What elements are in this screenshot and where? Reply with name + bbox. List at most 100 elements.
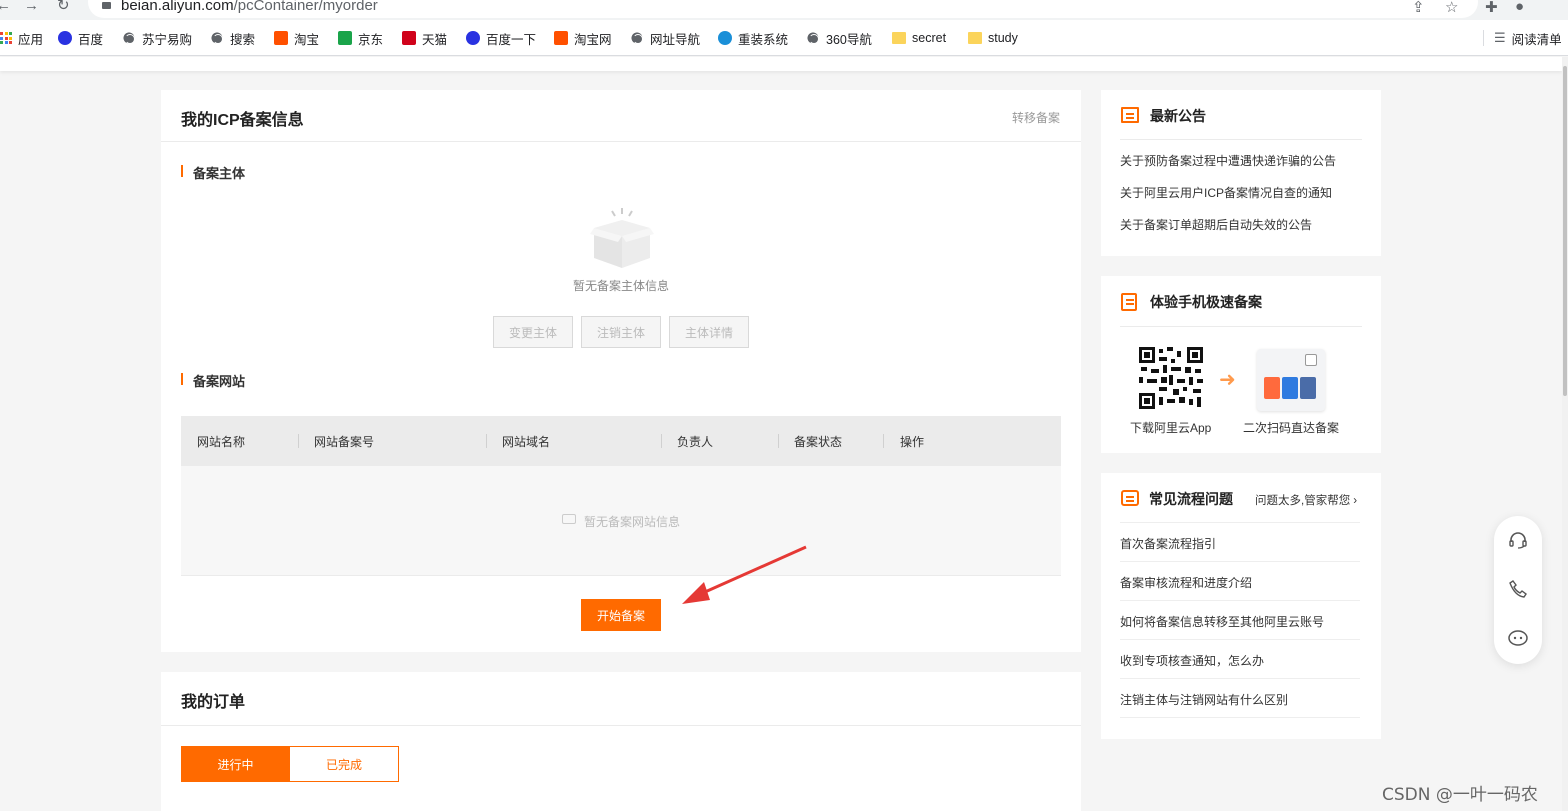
- annotation-arrow: [682, 545, 807, 604]
- column-owner: 负责人: [677, 435, 714, 449]
- subject-details-button[interactable]: 主体详情: [669, 316, 749, 348]
- divider: [1120, 561, 1360, 562]
- bookmarks-divider: [1483, 30, 1484, 46]
- help-butler-link[interactable]: 问题太多,管家帮您 ›: [1255, 492, 1357, 508]
- arrow-right-icon: ➜: [1219, 369, 1236, 391]
- divider: [1120, 522, 1360, 523]
- transfer-filing-link[interactable]: 转移备案: [1012, 109, 1060, 126]
- globe-icon: [210, 31, 224, 45]
- bookmark-reinstall[interactable]: 重装系统: [718, 29, 788, 47]
- tab-in-progress[interactable]: 进行中: [181, 746, 290, 782]
- folder-icon: [968, 32, 982, 44]
- reading-list-icon: ☰: [1494, 30, 1506, 45]
- website-table-header: 网站名称 网站备案号 网站域名 负责人 备案状态 操作: [181, 416, 1061, 466]
- divider: [1120, 139, 1362, 140]
- column-separator: [883, 434, 884, 448]
- bookmark-baidu-search[interactable]: 百度一下: [466, 29, 536, 47]
- settings-flower-icon: [718, 31, 732, 45]
- faq-link[interactable]: 注销主体与注销网站有什么区别: [1120, 691, 1288, 708]
- announcement-link[interactable]: 关于备案订单超期后自动失效的公告: [1120, 216, 1312, 233]
- bookmark-taobao[interactable]: 淘宝: [274, 29, 319, 47]
- globe-icon: [122, 31, 136, 45]
- divider: [1120, 717, 1360, 718]
- faq-link[interactable]: 如何将备案信息转移至其他阿里云账号: [1120, 613, 1324, 630]
- divider: [161, 725, 1081, 726]
- column-separator: [661, 434, 662, 448]
- empty-subject-text: 暂无备案主体信息: [572, 279, 669, 293]
- back-icon[interactable]: ←: [0, 0, 11, 13]
- apps-grid-icon: [0, 32, 12, 44]
- globe-icon: [806, 31, 820, 45]
- section-website-label: 备案网站: [181, 371, 245, 390]
- qr-code-icon[interactable]: [1139, 347, 1203, 409]
- taobao-icon: [554, 31, 568, 45]
- orders-card-title: 我的订单: [181, 694, 246, 711]
- share-icon[interactable]: ⇪: [1412, 0, 1425, 16]
- url-text[interactable]: beian.aliyun.com/pcContainer/myorder: [121, 0, 378, 14]
- scan-frame-icon: [1305, 354, 1317, 366]
- address-bar[interactable]: beian.aliyun.com/pcContainer/myorder: [88, 0, 1478, 18]
- bookmark-jd[interactable]: 京东: [338, 29, 383, 47]
- taobao-icon: [274, 31, 288, 45]
- chat-bot-icon[interactable]: [1507, 629, 1529, 647]
- reload-icon[interactable]: ↻: [57, 0, 70, 13]
- tmall-icon: [402, 31, 416, 45]
- divider: [1120, 600, 1360, 601]
- star-icon[interactable]: ☆: [1445, 0, 1458, 16]
- change-subject-button[interactable]: 变更主体: [493, 316, 573, 348]
- globe-icon: [630, 31, 644, 45]
- scan-caption: 二次扫码直达备案: [1243, 421, 1340, 435]
- bookmark-secret[interactable]: secret: [892, 29, 946, 47]
- bookmark-360[interactable]: 360导航: [806, 29, 872, 47]
- mobile-filing-title: 体验手机极速备案: [1150, 294, 1262, 310]
- jd-icon: [338, 31, 352, 45]
- baidu-paw-icon: [466, 31, 480, 45]
- bookmark-suning[interactable]: 苏宁易购: [122, 29, 192, 47]
- divider: [1120, 326, 1362, 327]
- divider: [1120, 639, 1360, 640]
- bookmark-tmall[interactable]: 天猫: [402, 29, 447, 47]
- announcement-icon: [1121, 107, 1139, 123]
- empty-inbox-icon: [562, 514, 576, 524]
- faq-link[interactable]: 备案审核流程和进度介绍: [1120, 574, 1252, 591]
- bookmark-baidu[interactable]: 百度: [58, 29, 103, 47]
- faq-link[interactable]: 收到专项核查通知，怎么办: [1120, 652, 1264, 669]
- start-filing-button[interactable]: 开始备案: [581, 599, 661, 631]
- column-status: 备案状态: [794, 435, 843, 449]
- bookmark-search[interactable]: 搜索: [210, 29, 255, 47]
- headset-icon[interactable]: [1508, 531, 1528, 549]
- column-actions: 操作: [900, 435, 925, 449]
- column-separator: [486, 434, 487, 448]
- column-separator: [778, 434, 779, 448]
- bookmark-apps[interactable]: 应用: [0, 29, 43, 47]
- cancel-subject-button[interactable]: 注销主体: [581, 316, 661, 348]
- lock-icon: [102, 2, 111, 9]
- faq-link[interactable]: 首次备案流程指引: [1120, 535, 1216, 552]
- extensions-icon[interactable]: ✚: [1485, 0, 1498, 16]
- column-domain: 网站域名: [502, 435, 551, 449]
- website-table-empty: 暂无备案网站信息: [181, 466, 1061, 576]
- mobile-phone-icon: [1121, 293, 1137, 311]
- announcement-link[interactable]: 关于预防备案过程中遭遇快递诈骗的公告: [1120, 152, 1336, 169]
- column-separator: [298, 434, 299, 448]
- forward-icon[interactable]: →: [24, 0, 39, 13]
- chevron-right-icon: ›: [1353, 495, 1358, 507]
- phone-icon[interactable]: [1509, 580, 1527, 598]
- bookmark-study[interactable]: study: [968, 29, 1018, 47]
- baidu-paw-icon: [58, 31, 72, 45]
- app-screenshot-preview: [1257, 349, 1325, 411]
- tab-completed[interactable]: 已完成: [289, 746, 399, 782]
- profile-avatar-icon[interactable]: ●: [1515, 0, 1524, 15]
- section-subject-label: 备案主体: [181, 163, 245, 182]
- scrollbar-thumb[interactable]: [1563, 66, 1567, 396]
- icp-card-title: 我的ICP备案信息: [181, 112, 304, 129]
- empty-box-icon: [590, 208, 654, 268]
- bookmark-nav-sites[interactable]: 网址导航: [630, 29, 700, 47]
- reading-list[interactable]: ☰ 阅读清单: [1494, 29, 1562, 47]
- bookmark-taobao-web[interactable]: 淘宝网: [554, 29, 612, 47]
- folder-icon: [892, 32, 906, 44]
- divider: [1120, 678, 1360, 679]
- announcements-title: 最新公告: [1150, 108, 1206, 124]
- announcement-link[interactable]: 关于阿里云用户ICP备案情况自查的通知: [1120, 184, 1332, 201]
- empty-website-text: 暂无备案网站信息: [584, 515, 681, 529]
